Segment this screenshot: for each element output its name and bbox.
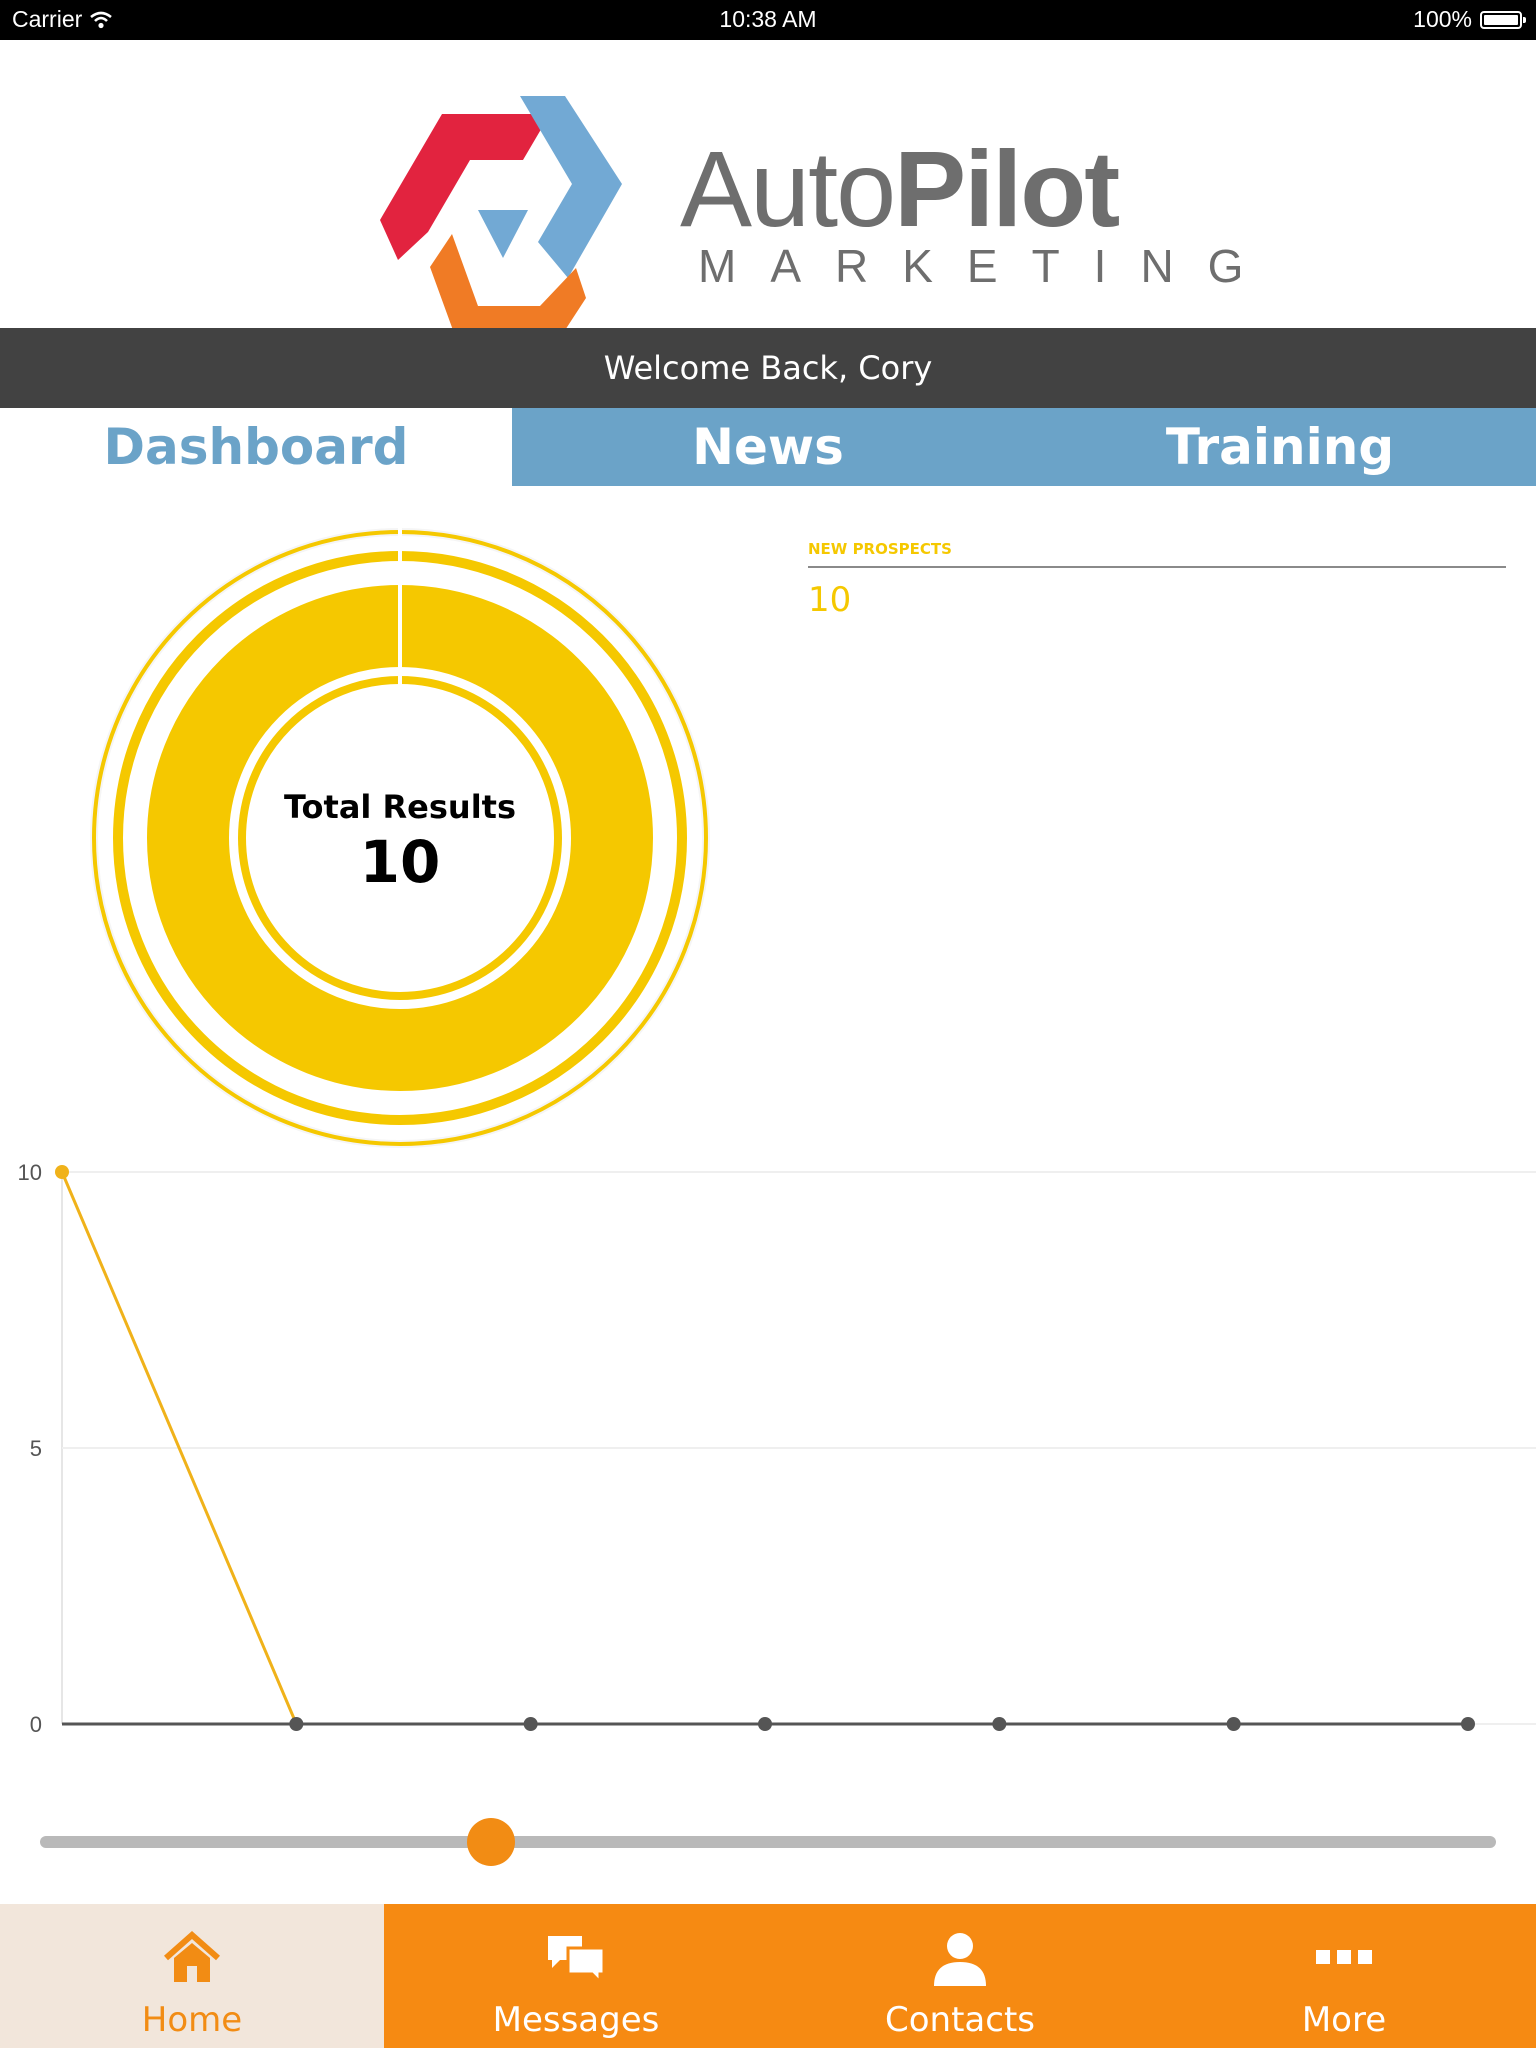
tabbar-messages[interactable]: Messages bbox=[384, 1904, 768, 2048]
brand-name-bold: Pilot bbox=[894, 128, 1120, 249]
chart-data-point bbox=[1461, 1717, 1475, 1731]
tabbar-home-label: Home bbox=[141, 2000, 243, 2040]
new-prospects-value: 10 bbox=[808, 580, 852, 620]
chart-canvas: 0 5 10 bbox=[18, 1160, 1536, 1737]
chart-data-point bbox=[55, 1165, 69, 1179]
donut-center: Total Results 10 bbox=[80, 788, 720, 896]
bottom-tab-bar: Home Messages Contacts More bbox=[0, 1904, 1536, 2048]
tabbar-contacts-label: Contacts bbox=[885, 2000, 1035, 2040]
battery-icon bbox=[1480, 10, 1526, 29]
tabbar-home[interactable]: Home bbox=[0, 1904, 384, 2048]
tabbar-contacts[interactable]: Contacts bbox=[768, 1904, 1152, 2048]
chart-data-point bbox=[758, 1717, 772, 1731]
new-prospects-stat: NEW PROSPECTS 10 bbox=[808, 540, 1506, 620]
contacts-icon bbox=[934, 1933, 986, 1986]
chart-y-tick-label: 10 bbox=[18, 1160, 42, 1185]
date-range-slider-thumb[interactable] bbox=[467, 1818, 516, 1866]
home-icon bbox=[164, 1930, 220, 1982]
messages-icon bbox=[548, 1936, 606, 1986]
brand-name: AutoPilot bbox=[680, 135, 1277, 243]
brand-wordmark: AutoPilot MARKETING bbox=[680, 135, 1278, 292]
chart-data-point bbox=[992, 1717, 1007, 1731]
battery-indicator: 100% bbox=[1413, 6, 1526, 33]
chart-data-point bbox=[289, 1717, 304, 1731]
logo-header: AutoPilot MARKETING bbox=[0, 40, 1536, 344]
brand-subtitle: MARKETING bbox=[698, 240, 1278, 292]
more-icon bbox=[1316, 1950, 1372, 1964]
total-results-value: 10 bbox=[359, 828, 441, 896]
total-results-label: Total Results bbox=[283, 788, 517, 826]
tab-training[interactable]: Training bbox=[1024, 408, 1536, 486]
tabbar-messages-label: Messages bbox=[492, 2000, 660, 2040]
tab-news[interactable]: News bbox=[512, 408, 1024, 486]
battery-percent: 100% bbox=[1413, 6, 1472, 32]
chart-y-tick-label: 0 bbox=[30, 1712, 42, 1737]
welcome-banner: Welcome Back, Cory bbox=[0, 328, 1536, 408]
tabbar-more[interactable]: More bbox=[1152, 1904, 1536, 2048]
total-results-donut: Total Results 10 bbox=[80, 518, 720, 1158]
new-prospects-label: NEW PROSPECTS bbox=[808, 540, 1506, 568]
tab-dashboard[interactable]: Dashboard bbox=[0, 408, 512, 486]
section-tabs: Dashboard News Training bbox=[0, 408, 1536, 486]
date-range-slider-track[interactable] bbox=[40, 1836, 1496, 1848]
brand-name-regular: Auto bbox=[680, 128, 896, 249]
chart-data-point bbox=[523, 1717, 538, 1731]
autopilot-logo-icon bbox=[380, 96, 622, 344]
clock: 10:38 AM bbox=[719, 6, 817, 32]
chart-y-tick-label: 5 bbox=[30, 1436, 42, 1461]
status-bar: Carrier 10:38 AM 100% bbox=[0, 0, 1536, 40]
chart-data-point bbox=[1226, 1717, 1241, 1731]
tabbar-more-label: More bbox=[1301, 2000, 1387, 2040]
results-line-chart: 0 5 10 bbox=[0, 1140, 1536, 1740]
